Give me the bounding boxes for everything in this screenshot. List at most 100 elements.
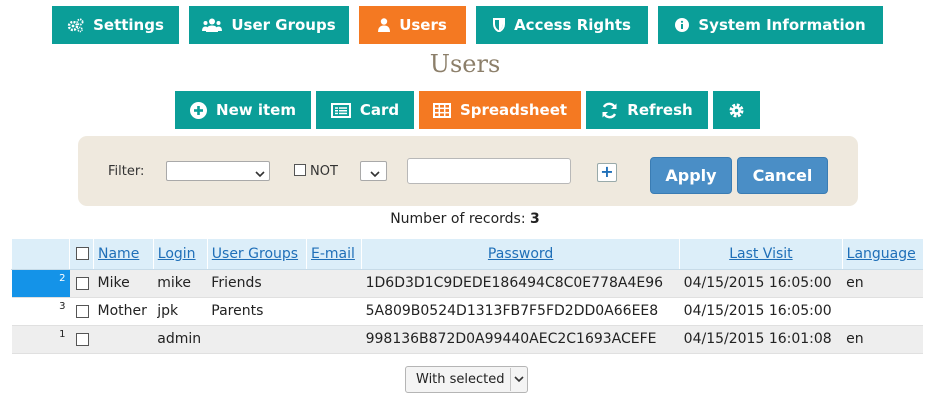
cell-password: 5A809B0524D1313FB7F5FD2DD0A66EE8 bbox=[361, 297, 680, 326]
column-header-user-groups[interactable]: User Groups bbox=[206, 239, 307, 270]
row-number: 2 bbox=[11, 269, 70, 298]
gear-icon bbox=[728, 102, 745, 119]
records-count-label: Number of records: bbox=[390, 211, 526, 227]
records-count: Number of records: 3 bbox=[0, 211, 930, 227]
cell-language: en bbox=[842, 325, 923, 354]
table-header-row: Name Login User Groups E-mail Password L… bbox=[11, 239, 923, 270]
filter-not-label: NOT bbox=[310, 164, 338, 179]
filter-condition-select[interactable] bbox=[360, 161, 387, 181]
sort-by-last-visit-link[interactable]: Last Visit bbox=[729, 246, 792, 262]
cell-login: mike bbox=[153, 269, 208, 298]
nav-settings-button[interactable]: Settings bbox=[52, 6, 179, 44]
row-number: 3 bbox=[11, 297, 70, 326]
chevron-down-icon bbox=[254, 165, 266, 178]
filter-not-checkbox[interactable] bbox=[294, 164, 306, 176]
row-checkbox[interactable] bbox=[75, 304, 89, 318]
refresh-icon bbox=[601, 102, 618, 119]
cell-name: Mike bbox=[93, 269, 154, 298]
row-checkbox[interactable] bbox=[75, 332, 89, 346]
cell-email bbox=[306, 297, 362, 326]
cell-last-visit: 04/15/2015 16:01:08 bbox=[679, 325, 843, 354]
row-select-cell bbox=[69, 325, 94, 354]
cancel-button[interactable]: Cancel bbox=[737, 157, 828, 194]
row-number-header bbox=[11, 239, 70, 270]
spreadsheet-view-label: Spreadsheet bbox=[459, 101, 568, 119]
users-table: Name Login User Groups E-mail Password L… bbox=[11, 239, 923, 354]
sort-by-language-link[interactable]: Language bbox=[847, 246, 916, 262]
plus-circle-icon bbox=[190, 101, 208, 119]
table-row[interactable]: 2 Mike mike Friends 1D6D3D1C9DEDE186494C… bbox=[11, 269, 923, 298]
sort-by-login-link[interactable]: Login bbox=[158, 246, 196, 262]
select-all-header bbox=[69, 239, 94, 270]
cell-password: 998136B872D0A99440AEC2C1693ACEFE bbox=[361, 325, 680, 354]
table-row[interactable]: 1 admin 998136B872D0A99440AEC2C1693ACEFE… bbox=[11, 325, 923, 354]
cell-user-groups bbox=[207, 325, 307, 354]
row-select-cell bbox=[69, 297, 94, 326]
sort-by-password-link[interactable]: Password bbox=[488, 246, 553, 262]
column-header-last-visit[interactable]: Last Visit bbox=[679, 239, 843, 270]
cell-language bbox=[842, 297, 923, 326]
nav-access-rights-label: Access Rights bbox=[514, 16, 631, 34]
nav-user-groups-label: User Groups bbox=[231, 16, 336, 34]
sort-by-email-link[interactable]: E-mail bbox=[311, 246, 355, 262]
users-group-icon bbox=[202, 18, 223, 32]
refresh-label: Refresh bbox=[627, 101, 693, 119]
user-icon bbox=[378, 18, 391, 32]
table-grid-icon bbox=[432, 102, 451, 118]
cell-login: admin bbox=[153, 325, 208, 354]
select-all-checkbox[interactable] bbox=[76, 247, 89, 261]
filter-value-input[interactable] bbox=[407, 158, 571, 184]
chevron-down-icon bbox=[510, 368, 526, 391]
add-filter-button[interactable]: + bbox=[597, 163, 617, 182]
records-count-value: 3 bbox=[530, 211, 540, 227]
cell-user-groups: Friends bbox=[207, 269, 307, 298]
filter-panel: Filter: NOT + Apply Cancel bbox=[78, 136, 858, 206]
nav-access-rights-button[interactable]: Access Rights bbox=[476, 6, 648, 44]
filter-field-select[interactable] bbox=[166, 161, 270, 181]
row-select-cell bbox=[69, 269, 94, 298]
column-header-login[interactable]: Login bbox=[152, 239, 208, 270]
column-header-password[interactable]: Password bbox=[361, 239, 680, 270]
card-icon bbox=[330, 102, 351, 118]
spreadsheet-view-button[interactable]: Spreadsheet bbox=[419, 91, 581, 129]
cell-email bbox=[306, 269, 362, 298]
cell-name: Mother bbox=[93, 297, 154, 326]
refresh-button[interactable]: Refresh bbox=[586, 91, 708, 129]
new-item-button[interactable]: New item bbox=[175, 91, 311, 129]
nav-system-information-label: System Information bbox=[698, 16, 866, 34]
cell-email bbox=[306, 325, 362, 354]
nav-user-groups-button[interactable]: User Groups bbox=[189, 6, 349, 44]
new-item-label: New item bbox=[216, 101, 296, 119]
info-circle-icon bbox=[675, 18, 690, 32]
cell-password: 1D6D3D1C9DEDE186494C8C0E778A4E96 bbox=[361, 269, 680, 298]
shield-icon bbox=[493, 18, 506, 32]
column-header-email[interactable]: E-mail bbox=[305, 239, 362, 270]
cell-name bbox=[93, 325, 154, 354]
filter-label: Filter: bbox=[108, 164, 145, 179]
sort-by-name-link[interactable]: Name bbox=[98, 246, 139, 262]
cell-language: en bbox=[842, 269, 923, 298]
apply-button[interactable]: Apply bbox=[650, 157, 732, 194]
nav-settings-label: Settings bbox=[93, 16, 164, 34]
cell-last-visit: 04/15/2015 16:05:00 bbox=[679, 297, 843, 326]
with-selected-select[interactable]: With selected bbox=[405, 366, 528, 393]
settings-gear-button[interactable] bbox=[713, 91, 760, 129]
column-header-name[interactable]: Name bbox=[93, 239, 154, 270]
cell-login: jpk bbox=[153, 297, 208, 326]
cogs-icon bbox=[67, 18, 84, 33]
sort-by-user-groups-link[interactable]: User Groups bbox=[212, 246, 298, 262]
nav-users-button[interactable]: Users bbox=[359, 6, 466, 44]
nav-system-information-button[interactable]: System Information bbox=[658, 6, 883, 44]
card-view-label: Card bbox=[359, 101, 400, 119]
cell-user-groups: Parents bbox=[207, 297, 307, 326]
row-number: 1 bbox=[11, 325, 70, 354]
nav-users-label: Users bbox=[399, 16, 447, 34]
with-selected-label: With selected bbox=[416, 372, 505, 387]
table-row[interactable]: 3 Mother jpk Parents 5A809B0524D1313FB7F… bbox=[11, 297, 923, 326]
column-header-language[interactable]: Language bbox=[841, 239, 923, 270]
page-title: Users bbox=[429, 50, 501, 78]
chevron-down-icon bbox=[369, 165, 381, 178]
cell-last-visit: 04/15/2015 16:05:00 bbox=[679, 269, 843, 298]
row-checkbox[interactable] bbox=[75, 276, 89, 290]
card-view-button[interactable]: Card bbox=[316, 91, 414, 129]
